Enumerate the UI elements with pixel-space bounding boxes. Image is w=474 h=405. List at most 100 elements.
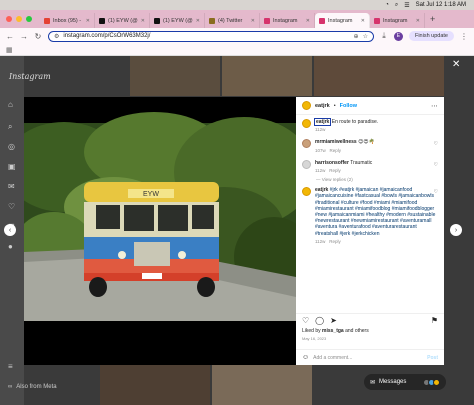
browser-tab[interactable]: Instagram ✕ <box>315 13 370 28</box>
close-tab-icon[interactable]: ✕ <box>416 18 420 24</box>
wifi-icon[interactable]: ◔ <box>385 2 389 8</box>
share-icon[interactable]: ➤ <box>330 316 337 325</box>
like-comment-icon[interactable]: ♡ <box>434 162 438 168</box>
close-tab-icon[interactable]: ✕ <box>141 18 145 24</box>
reply-button[interactable]: Reply <box>329 239 341 244</box>
view-replies-button[interactable]: — View replies (2) <box>316 177 438 182</box>
browser-tab[interactable]: Inbox (95) - ✕ <box>40 13 95 28</box>
post-comment-button[interactable]: Post <box>427 355 438 361</box>
close-tab-icon[interactable]: ✕ <box>306 18 310 24</box>
close-icon[interactable]: ✕ <box>452 59 460 70</box>
tab-label: Inbox (95) - <box>53 17 82 24</box>
tab-label: Instagram <box>273 17 298 24</box>
post-details-panel: eatjrk • Follow ⋯ eatjrk En route to par… <box>296 97 444 365</box>
window-controls <box>0 16 40 22</box>
address-bar-row: ← → ↻ ⚙ instagram.com/p/CsOrW63M32j/ ⊕ ☆… <box>0 28 474 44</box>
like-comment-icon[interactable]: ♡ <box>434 141 438 147</box>
new-tab-button[interactable]: + <box>425 14 440 24</box>
commenter-avatar[interactable] <box>302 187 311 197</box>
reply-button[interactable]: Reply <box>330 148 342 153</box>
post-header: eatjrk • Follow ⋯ <box>296 97 444 115</box>
post-date[interactable]: May 16, 2023 <box>302 336 326 341</box>
comment-time[interactable]: 112w <box>315 168 325 173</box>
messages-button[interactable]: ✉ Messages <box>364 374 446 390</box>
comment-username[interactable]: eatjrk <box>315 187 328 193</box>
comment-time[interactable]: 112w <box>315 239 325 244</box>
comment-username[interactable]: harrisonsoffer <box>315 160 349 166</box>
minimize-window-button[interactable] <box>16 16 22 22</box>
comment-icon[interactable]: ◯ <box>315 316 324 325</box>
liked-by: Liked by miss_tga and others <box>302 328 369 334</box>
liked-by-user[interactable]: miss_tga <box>322 328 344 334</box>
browser-tab[interactable]: Instagram ✕ <box>370 13 425 28</box>
home-icon[interactable]: ⌂ <box>8 100 13 109</box>
downloads-icon[interactable]: ⤓ <box>380 31 388 41</box>
save-icon[interactable]: ⚑ <box>431 316 438 325</box>
explore-icon[interactable]: ◎ <box>8 142 15 151</box>
search-icon[interactable]: ⌕ <box>395 2 398 9</box>
close-tab-icon[interactable]: ✕ <box>86 18 90 24</box>
author-avatar[interactable] <box>302 101 311 110</box>
browser-tab[interactable]: (4) Twitter ✕ <box>205 13 260 28</box>
like-comment-icon[interactable]: ♡ <box>434 189 438 195</box>
control-center-icon[interactable]: ☰ <box>404 2 409 9</box>
previous-post-icon[interactable]: ‹ <box>4 224 16 236</box>
comment-username[interactable]: mrmiamiwellness <box>315 139 357 145</box>
background-post-tile <box>314 56 444 96</box>
notifications-icon[interactable]: ♡ <box>8 202 15 211</box>
profile-icon[interactable]: ● <box>8 242 13 251</box>
comments-list: eatjrk En route to paradise. 112w mrmiam… <box>296 115 444 303</box>
caption-avatar[interactable] <box>302 119 311 128</box>
liked-by-suffix[interactable]: and others <box>344 328 369 334</box>
apps-grid-icon[interactable]: ▦ <box>6 46 13 54</box>
url-input[interactable]: ⚙ instagram.com/p/CsOrW63M32j/ ⊕ ☆ <box>48 30 374 42</box>
emoji-icon[interactable]: ☺ <box>302 354 309 361</box>
close-tab-icon[interactable]: ✕ <box>196 18 200 24</box>
add-comment-input[interactable]: Add a comment... <box>313 355 352 361</box>
next-post-icon[interactable]: › <box>450 224 462 236</box>
commenter-avatar[interactable] <box>302 159 311 169</box>
forward-icon[interactable]: → <box>20 32 28 41</box>
back-icon[interactable]: ← <box>6 32 14 41</box>
author-username[interactable]: eatjrk <box>315 103 330 109</box>
tab-favicon-icon <box>209 17 215 24</box>
post-photo[interactable]: EYW <box>24 97 296 365</box>
caption-username[interactable]: eatjrk <box>313 118 332 126</box>
more-options-icon[interactable]: ⋯ <box>431 102 438 110</box>
like-icon[interactable]: ♡ <box>302 316 309 325</box>
macos-menubar: ◔ ⌕ ☰ Sat Jul 12 1:18 AM <box>0 0 474 10</box>
comment-item: harrisonsoffer Traumatic 112w Reply ♡ <box>302 159 438 174</box>
background-post-tile <box>130 56 220 96</box>
instagram-logo[interactable]: Instagram <box>9 72 51 81</box>
profile-avatar[interactable]: E <box>393 31 403 41</box>
separator-dot: • <box>333 102 336 109</box>
follow-button[interactable]: Follow <box>340 103 357 109</box>
finish-update-button[interactable]: Finish update <box>408 31 454 41</box>
comment-time[interactable]: 107w <box>315 148 326 153</box>
more-menu-icon[interactable]: ≡ <box>8 362 13 371</box>
messages-icon[interactable]: ✉ <box>8 182 15 191</box>
instagram-page: Instagram ⌂ ⌕ ◎ ▣ ✉ ♡ ⊞ ● ≡ ∞ Also from … <box>0 56 474 405</box>
commenter-avatar[interactable] <box>302 139 311 149</box>
close-window-button[interactable] <box>6 16 12 22</box>
reload-icon[interactable]: ↻ <box>34 32 42 41</box>
close-tab-icon[interactable]: ✕ <box>361 18 365 24</box>
caption-time[interactable]: 112w <box>315 127 325 132</box>
zoom-icon[interactable]: ⊕ <box>354 33 359 40</box>
browser-tab[interactable]: (1) EYW (@ ✕ <box>150 13 205 28</box>
comment-item: mrmiamiwellness 😊😍🌴 107w Reply ♡ <box>302 139 438 153</box>
comment-hashtags[interactable]: #jrk #eatjrk #jamaican #jamaicanfood #ja… <box>315 187 435 236</box>
zoom-window-button[interactable] <box>26 16 32 22</box>
menubar-datetime[interactable]: Sat Jul 12 1:18 AM <box>416 2 466 8</box>
search-icon[interactable]: ⌕ <box>8 122 12 132</box>
also-from-meta[interactable]: ∞ Also from Meta <box>8 384 57 390</box>
reply-button[interactable]: Reply <box>329 168 341 173</box>
site-info-icon[interactable]: ⚙ <box>54 33 59 40</box>
browser-tab[interactable]: (1) EYW (@ ✕ <box>95 13 150 28</box>
close-tab-icon[interactable]: ✕ <box>251 18 255 24</box>
browser-tab[interactable]: Instagram ✕ <box>260 13 315 28</box>
bus-photo-image: EYW <box>24 97 296 365</box>
more-menu-icon[interactable]: ⋮ <box>460 32 468 41</box>
reels-icon[interactable]: ▣ <box>8 162 16 171</box>
bookmark-star-icon[interactable]: ☆ <box>363 33 368 40</box>
